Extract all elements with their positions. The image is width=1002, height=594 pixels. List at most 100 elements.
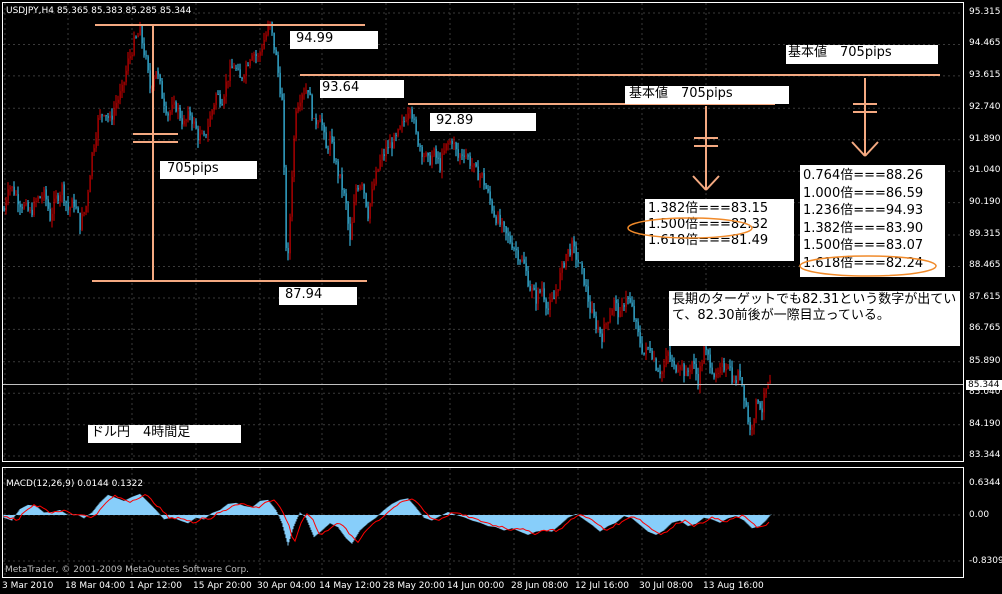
fib-box-mid: 1.382倍===83.15 1.500倍===82.32 1.618倍===8… — [645, 199, 794, 261]
macd-tick-label: 0.00 — [969, 510, 990, 520]
candle-body — [519, 260, 521, 262]
candle-body — [91, 152, 93, 177]
candle-body — [63, 184, 65, 202]
candle-body — [351, 222, 353, 240]
candle-body — [125, 70, 127, 83]
candle-body — [535, 289, 537, 304]
fib-box-right: 0.764倍===88.26 1.000倍===86.59 1.236倍===9… — [800, 165, 945, 277]
candle-body — [87, 192, 89, 207]
time-tick-label: 28 May 20:00 — [383, 581, 445, 591]
candle-body — [703, 346, 705, 364]
label-high-9364: 93.64 — [320, 80, 404, 98]
candle-body — [443, 150, 445, 154]
candle-body — [115, 102, 117, 109]
candle-body — [113, 108, 115, 120]
label-high-9499: 94.99 — [290, 31, 378, 49]
candle-body — [247, 64, 249, 66]
candle-body — [585, 285, 587, 287]
fib-mid-row-2: 1.500倍===82.32 — [648, 217, 769, 232]
candle-body — [81, 214, 83, 230]
time-tick-label: 15 Apr 20:00 — [193, 581, 252, 591]
candle-body — [687, 370, 689, 372]
candle-body — [301, 94, 303, 103]
candle-body — [467, 155, 469, 157]
time-tick-label: 13 Aug 16:00 — [703, 581, 764, 591]
candle-body — [627, 297, 629, 299]
candle-body — [45, 189, 47, 200]
candle-body — [57, 195, 59, 202]
candle-body — [241, 77, 243, 79]
candle-body — [71, 199, 73, 208]
candle-body — [605, 323, 607, 325]
candle-body — [647, 347, 649, 349]
candle-body — [479, 175, 481, 181]
candle-body — [353, 202, 355, 223]
candle-body — [137, 35, 139, 38]
candle-body — [621, 305, 623, 311]
candle-body — [61, 184, 63, 195]
candle-body — [369, 203, 371, 219]
candle-body — [491, 200, 493, 211]
candle-body — [75, 206, 77, 208]
price-tick-label: 83.344 — [969, 450, 1001, 460]
candle-body — [597, 327, 599, 329]
candle-body — [35, 200, 37, 202]
candle-body — [341, 174, 343, 190]
candle-body — [427, 153, 429, 156]
candle-body — [315, 118, 317, 125]
candle-body — [233, 67, 235, 69]
candle-body — [639, 332, 641, 344]
candle-body — [587, 286, 589, 302]
candle-body — [695, 364, 697, 375]
candle-body — [723, 363, 725, 371]
candle-body — [175, 102, 177, 112]
label-base-mid: 基本値 705pips — [625, 86, 789, 104]
candle-body — [229, 66, 231, 81]
candle-body — [149, 70, 151, 89]
candle-body — [523, 259, 525, 264]
candle-body — [27, 202, 29, 211]
candle-body — [255, 54, 257, 57]
candle-body — [293, 138, 295, 177]
candle-body — [455, 142, 457, 150]
price-tick-label: 85.890 — [969, 355, 1001, 366]
candle-body — [101, 114, 103, 116]
candle-body — [565, 253, 567, 268]
candle-body — [189, 111, 191, 116]
candle-body — [329, 136, 331, 150]
price-tick-label: 94.465 — [969, 38, 1001, 49]
candle-body — [481, 173, 483, 176]
fib-mid-row-3: 1.618倍===81.49 — [648, 233, 769, 248]
candle-body — [397, 129, 399, 136]
candle-body — [433, 148, 435, 156]
candle-body — [759, 402, 761, 409]
candle-body — [613, 299, 615, 310]
candle-body — [85, 206, 87, 213]
candle-body — [425, 153, 427, 157]
candle-body — [421, 146, 423, 157]
candle-body — [699, 366, 701, 387]
candle-body — [203, 133, 205, 135]
candle-body — [511, 242, 513, 249]
candle-body — [181, 118, 183, 125]
macd-tick-label: 0.6344 — [969, 478, 1001, 488]
candle-body — [581, 263, 583, 269]
candle-body — [743, 385, 745, 401]
candle-body — [659, 371, 661, 375]
candle-body — [531, 288, 533, 291]
candle-body — [513, 248, 515, 250]
candle-body — [227, 80, 229, 82]
candle-body — [93, 148, 95, 153]
candle-body — [415, 119, 417, 133]
candle-body — [385, 147, 387, 157]
candle-body — [121, 84, 123, 92]
candle-body — [431, 155, 433, 165]
candle-body — [463, 155, 465, 157]
candle-body — [131, 55, 133, 57]
candle-body — [533, 288, 535, 290]
candle-body — [769, 380, 771, 384]
candle-body — [157, 71, 159, 75]
candle-body — [449, 140, 451, 144]
candle-body — [235, 67, 237, 69]
fib-right-row-3: 1.236倍===94.93 — [803, 203, 924, 218]
